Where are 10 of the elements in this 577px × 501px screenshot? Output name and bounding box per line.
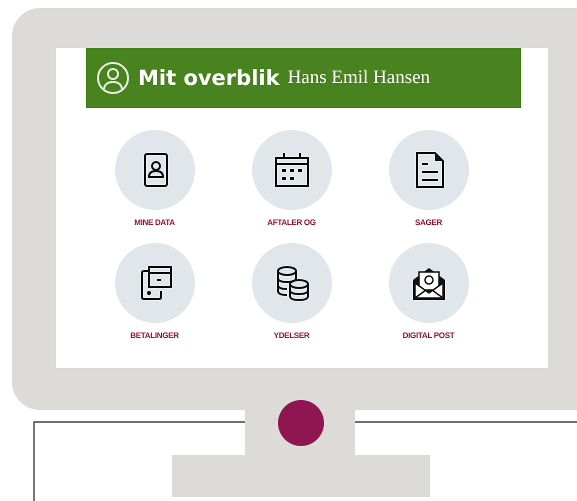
- tile-label[interactable]: BETALINGER: [130, 331, 179, 341]
- tile-label[interactable]: DIGITAL POST: [402, 331, 454, 341]
- tile-label[interactable]: AFTALER OG: [267, 218, 316, 228]
- tile-label[interactable]: SAGER: [415, 218, 442, 228]
- tile-label[interactable]: MINE DATA: [134, 218, 175, 228]
- power-dot: [278, 400, 324, 446]
- tile-label[interactable]: YDELSER: [274, 331, 310, 341]
- user-name: Hans Emil Hansen: [288, 67, 430, 89]
- page-title: Mit overblik: [138, 66, 280, 90]
- user-icon: [96, 61, 130, 95]
